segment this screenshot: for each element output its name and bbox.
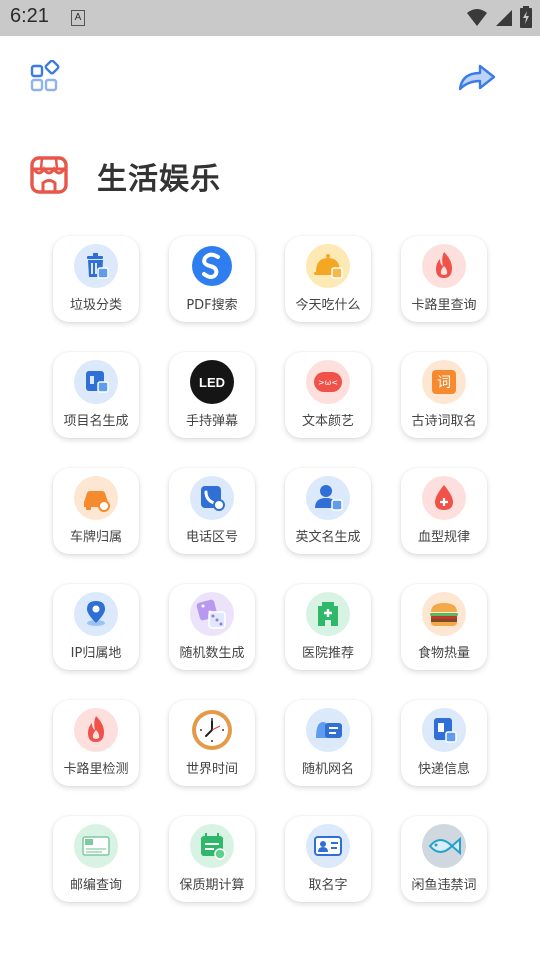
tool-label: 古诗词取名 (411, 414, 477, 429)
flame-icon (422, 244, 466, 288)
project-name-icon (74, 360, 118, 404)
tool-food-calorie[interactable]: 食物热量 (401, 584, 487, 670)
tool-label: 取名字 (308, 878, 348, 893)
tool-ip-location[interactable]: IP归属地 (53, 584, 139, 670)
tool-xianyu-banned-words[interactable]: 闲鱼违禁词 (401, 816, 487, 902)
status-icons (466, 6, 532, 28)
apps-button[interactable] (30, 59, 64, 94)
tool-pdf-search[interactable]: PDF搜索 (169, 236, 255, 322)
tool-label: 项目名生成 (63, 414, 129, 429)
express-info-icon (422, 708, 466, 752)
share-button[interactable] (456, 61, 498, 95)
battery-charging-icon (520, 6, 532, 28)
tool-label: 医院推荐 (301, 646, 354, 661)
postcode-icon (74, 824, 118, 868)
location-pin-icon (74, 592, 118, 636)
tool-label: 食物热量 (417, 646, 470, 661)
tool-label: IP归属地 (70, 646, 122, 661)
tool-text-emoticon[interactable]: >ω< 文本颜艺 (285, 352, 371, 438)
tool-label: PDF搜索 (186, 298, 238, 313)
top-bar (0, 36, 540, 116)
status-bar: 6:21 A (0, 0, 540, 36)
tool-label: 卡路里查询 (411, 298, 477, 313)
tool-label: 随机网名 (301, 762, 354, 777)
tool-label: 手持弹幕 (185, 414, 238, 429)
tool-label: 随机数生成 (179, 646, 245, 661)
tool-label: 电话区号 (185, 530, 238, 545)
tool-what-to-eat[interactable]: 今天吃什么 (285, 236, 371, 322)
food-cloche-icon (306, 244, 350, 288)
phone-search-icon (190, 476, 234, 520)
tool-label: 卡路里检测 (63, 762, 129, 777)
tool-english-name[interactable]: 英文名生成 (285, 468, 371, 554)
tool-label: 邮编查询 (69, 878, 122, 893)
tool-blood-type[interactable]: 血型规律 (401, 468, 487, 554)
trash-bin-icon (74, 244, 118, 288)
chat-name-icon (306, 708, 350, 752)
tool-project-name[interactable]: 项目名生成 (53, 352, 139, 438)
flame-icon (74, 708, 118, 752)
signal-icon (496, 10, 512, 26)
tool-label: 快递信息 (417, 762, 470, 777)
dice-icon (190, 592, 234, 636)
led-icon: LED (190, 360, 234, 404)
tool-naming[interactable]: 取名字 (285, 816, 371, 902)
notification-a-icon: A (71, 10, 85, 26)
tool-calorie-detect[interactable]: 卡路里检测 (53, 700, 139, 786)
tool-handheld-danmaku[interactable]: LED 手持弹幕 (169, 352, 255, 438)
section-title: 生活娱乐 (97, 162, 221, 197)
tool-label: 保质期计算 (179, 878, 245, 893)
tool-garbage-sort[interactable]: 垃圾分类 (53, 236, 139, 322)
tool-postcode-query[interactable]: 邮编查询 (53, 816, 139, 902)
tool-label: 车牌归属 (69, 530, 122, 545)
status-time: 6:21 (10, 5, 49, 27)
tool-world-time[interactable]: 世界时间 (169, 700, 255, 786)
led-text: LED (199, 374, 225, 390)
user-en-icon (306, 476, 350, 520)
tool-label: 闲鱼违禁词 (411, 878, 477, 893)
fish-icon (422, 824, 466, 868)
wifi-icon (467, 9, 487, 26)
apps-grid-icon (30, 59, 60, 92)
tool-label: 文本颜艺 (301, 414, 354, 429)
burger-icon (422, 592, 466, 636)
calendar-check-icon (190, 824, 234, 868)
tool-poem-naming[interactable]: 词 古诗词取名 (401, 352, 487, 438)
poem-char: 词 (437, 375, 451, 391)
blood-drop-icon (422, 476, 466, 520)
tool-random-nickname[interactable]: 随机网名 (285, 700, 371, 786)
tool-label: 血型规律 (417, 530, 470, 545)
tool-label: 英文名生成 (295, 530, 361, 545)
tool-label: 世界时间 (185, 762, 238, 777)
store-icon (30, 156, 68, 194)
emoticon-text: >ω< (317, 377, 339, 387)
hospital-icon (306, 592, 350, 636)
tool-express-info[interactable]: 快递信息 (401, 700, 487, 786)
section-header: 生活娱乐 (0, 144, 540, 204)
share-arrow-icon (458, 64, 496, 91)
clock-icon (190, 708, 234, 752)
search-s-icon (190, 244, 234, 288)
tool-hospital-recommend[interactable]: 医院推荐 (285, 584, 371, 670)
tools-grid: 垃圾分类 PDF搜索 今天吃什么 卡路里查询 项目名生成 LED 手持弹幕 >ω… (53, 236, 489, 902)
tool-plate-origin[interactable]: 车牌归属 (53, 468, 139, 554)
tool-phone-area-code[interactable]: 电话区号 (169, 468, 255, 554)
id-card-icon (306, 824, 350, 868)
tool-random-number[interactable]: 随机数生成 (169, 584, 255, 670)
tool-shelf-life[interactable]: 保质期计算 (169, 816, 255, 902)
car-search-icon (74, 476, 118, 520)
tool-label: 今天吃什么 (295, 298, 361, 313)
poem-name-icon: 词 (422, 360, 466, 404)
tool-calorie-query[interactable]: 卡路里查询 (401, 236, 487, 322)
emoticon-icon: >ω< (306, 360, 350, 404)
tool-label: 垃圾分类 (69, 298, 122, 313)
